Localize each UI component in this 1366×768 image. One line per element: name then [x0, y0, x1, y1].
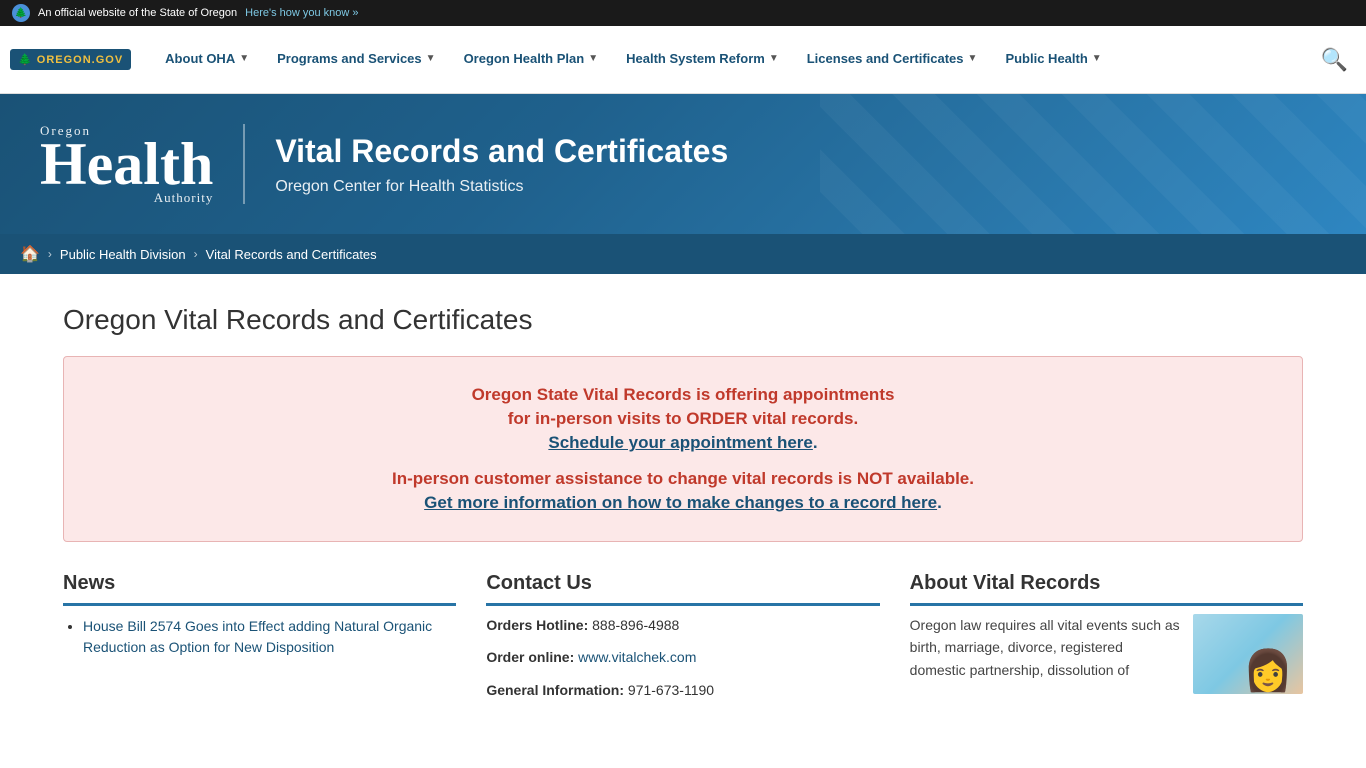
hero-logo-health: Health [40, 137, 213, 191]
oregon-flag-icon: 🌲 [12, 4, 30, 22]
three-columns: News House Bill 2574 Goes into Effect ad… [63, 572, 1303, 711]
oha-logo: Oregon Health Authority [40, 124, 213, 204]
breadcrumb-current: Vital Records and Certificates [206, 247, 377, 262]
breadcrumb-public-health-division[interactable]: Public Health Division [60, 247, 186, 262]
vitalchek-link[interactable]: www.vitalchek.com [578, 649, 696, 665]
general-info-label: General Information: [486, 682, 624, 698]
nav-items: About OHA ▼ Programs and Services ▼ Oreg… [151, 26, 1312, 94]
alert-line-3: In-person customer assistance to change … [104, 469, 1262, 489]
main-nav: 🌲 OREGON.GOV About OHA ▼ Programs and Se… [0, 26, 1366, 94]
nav-health-system-reform[interactable]: Health System Reform ▼ [612, 26, 793, 94]
chevron-down-icon: ▼ [968, 53, 978, 64]
orders-hotline-label: Orders Hotline: [486, 617, 588, 633]
page-title: Oregon Vital Records and Certificates [63, 304, 1303, 336]
hero-subtitle: Oregon Center for Health Statistics [275, 178, 728, 196]
alert-line-2: for in-person visits to ORDER vital reco… [104, 409, 1262, 429]
alert-box: Oregon State Vital Records is offering a… [63, 356, 1303, 542]
nav-oregon-health-plan[interactable]: Oregon Health Plan ▼ [450, 26, 613, 94]
logo-area: 🌲 OREGON.GOV [10, 49, 131, 70]
hero-divider [243, 124, 245, 204]
about-column: About Vital Records Oregon law requires … [910, 572, 1303, 711]
contact-heading: Contact Us [486, 572, 879, 606]
chevron-down-icon: ▼ [426, 53, 436, 64]
top-bar: 🌲 An official website of the State of Or… [0, 0, 1366, 26]
general-info: General Information: 971-673-1190 [486, 679, 879, 701]
general-info-value: 971-673-1190 [628, 682, 714, 698]
chevron-down-icon: ▼ [239, 53, 249, 64]
alert-schedule-line: Schedule your appointment here. [104, 433, 1262, 453]
hero-title: Vital Records and Certificates [275, 133, 728, 170]
breadcrumb-sep-1: › [48, 247, 52, 261]
hero-logo-authority: Authority [40, 191, 213, 204]
how-you-know-link[interactable]: Here's how you know » [245, 7, 358, 19]
hero-title-area: Vital Records and Certificates Oregon Ce… [275, 133, 728, 196]
nav-about-oha[interactable]: About OHA ▼ [151, 26, 263, 94]
main-content: Oregon Vital Records and Certificates Or… [23, 274, 1343, 741]
breadcrumb: 🏠 › Public Health Division › Vital Recor… [0, 234, 1366, 274]
contact-column: Contact Us Orders Hotline: 888-896-4988 … [486, 572, 879, 711]
chevron-down-icon: ▼ [1092, 53, 1102, 64]
top-bar-text: An official website of the State of Oreg… [38, 7, 237, 19]
hero-logo-oregon: Oregon [40, 124, 213, 137]
news-list: House Bill 2574 Goes into Effect adding … [63, 616, 456, 658]
order-online-label: Order online: [486, 649, 574, 665]
oregon-gov-logo[interactable]: 🌲 OREGON.GOV [10, 49, 131, 70]
news-link-1[interactable]: House Bill 2574 Goes into Effect adding … [83, 618, 432, 655]
chevron-down-icon: ▼ [588, 53, 598, 64]
search-button[interactable]: 🔍 [1313, 39, 1356, 81]
nav-licenses-certificates[interactable]: Licenses and Certificates ▼ [793, 26, 992, 94]
order-online: Order online: www.vitalchek.com [486, 646, 879, 668]
orders-hotline: Orders Hotline: 888-896-4988 [486, 614, 879, 636]
news-item-1: House Bill 2574 Goes into Effect adding … [83, 616, 456, 658]
about-image [1193, 614, 1303, 694]
news-heading: News [63, 572, 456, 606]
home-icon[interactable]: 🏠 [20, 244, 40, 264]
alert-changes-line: Get more information on how to make chan… [104, 493, 1262, 513]
about-heading: About Vital Records [910, 572, 1303, 606]
nav-programs-services[interactable]: Programs and Services ▼ [263, 26, 449, 94]
orders-hotline-value: 888-896-4988 [592, 617, 679, 633]
schedule-appointment-link[interactable]: Schedule your appointment here [548, 433, 813, 452]
alert-line-1: Oregon State Vital Records is offering a… [104, 385, 1262, 405]
hero-banner: Oregon Health Authority Vital Records an… [0, 94, 1366, 234]
nav-public-health[interactable]: Public Health ▼ [991, 26, 1115, 94]
news-column: News House Bill 2574 Goes into Effect ad… [63, 572, 456, 711]
chevron-down-icon: ▼ [769, 53, 779, 64]
make-changes-link[interactable]: Get more information on how to make chan… [424, 493, 937, 512]
breadcrumb-sep-2: › [194, 247, 198, 261]
